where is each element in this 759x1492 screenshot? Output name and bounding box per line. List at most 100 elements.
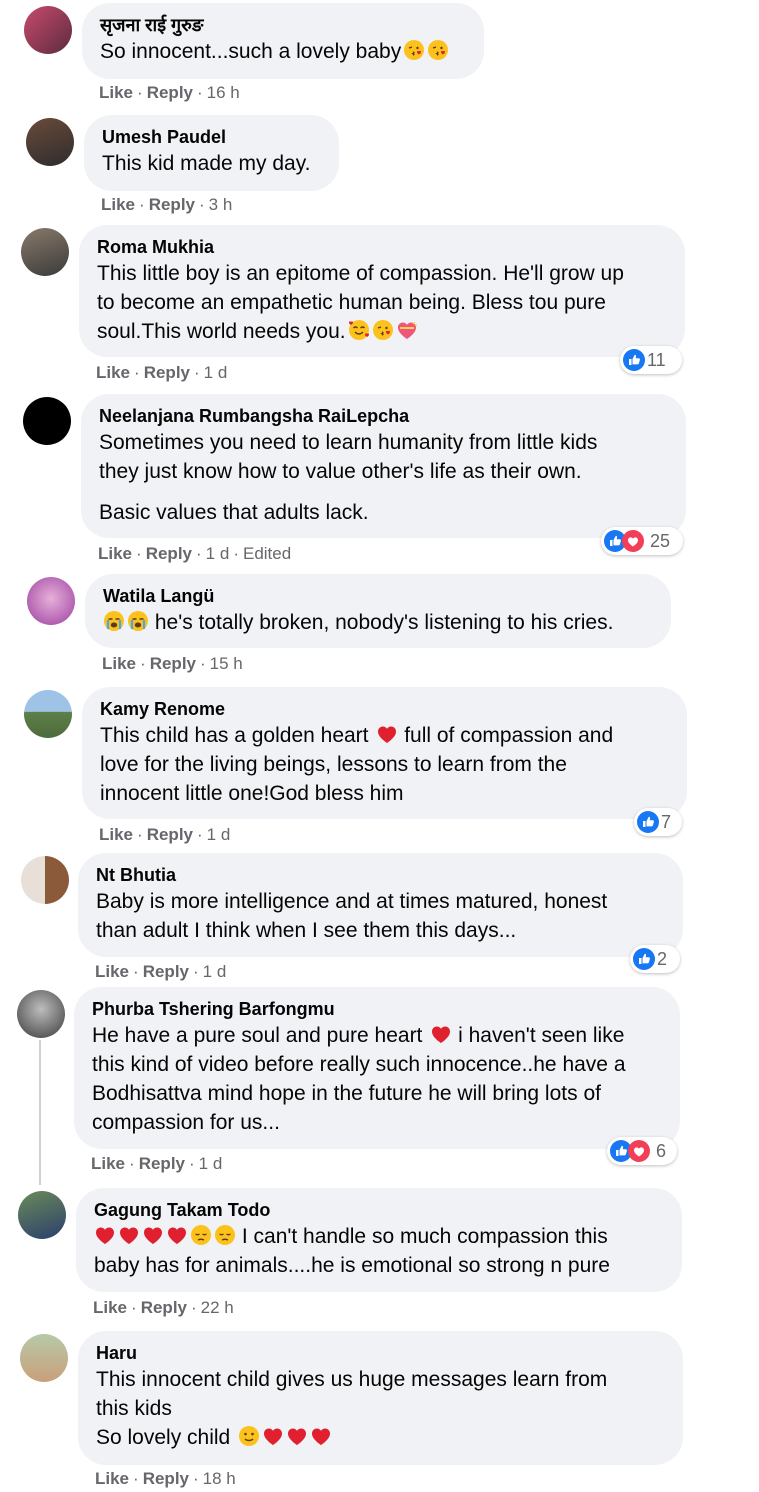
comment-actions: Like · Reply · 22 h: [93, 1298, 234, 1317]
reaction-total: 6: [656, 1140, 667, 1161]
comment-text: this kids: [96, 1397, 172, 1420]
comment-author[interactable]: Gagung Takam Todo: [94, 1198, 664, 1222]
reaction-count[interactable]: 25: [601, 527, 683, 555]
avatar[interactable]: [17, 990, 65, 1038]
comment-author[interactable]: Haru: [96, 1341, 665, 1365]
reply-link[interactable]: Reply: [149, 195, 195, 214]
like-link[interactable]: Like: [101, 195, 135, 214]
reply-link[interactable]: Reply: [143, 1469, 189, 1488]
like-link[interactable]: Like: [102, 654, 136, 673]
like-reaction-icon: [637, 811, 659, 833]
reply-link[interactable]: Reply: [141, 1298, 187, 1317]
timestamp[interactable]: 22 h: [201, 1298, 234, 1317]
reply-link[interactable]: Reply: [147, 83, 193, 102]
comment-text: This child has a golden heart: [100, 724, 369, 747]
reaction-count[interactable]: 2: [630, 945, 680, 973]
avatar[interactable]: [27, 577, 75, 625]
reply-link[interactable]: Reply: [143, 962, 189, 981]
red-heart-emoji: [262, 1425, 284, 1447]
red-heart-emoji: [118, 1224, 140, 1246]
red-heart-emoji: [94, 1224, 116, 1246]
avatar[interactable]: [21, 228, 69, 276]
timestamp[interactable]: 1 d: [206, 544, 230, 563]
smiling-face-with-hearts-emoji: [348, 319, 370, 341]
reply-link[interactable]: Reply: [150, 654, 196, 673]
comment-author[interactable]: सृजना राई गुरुङ: [100, 13, 466, 37]
comment-text: soul.This world needs you.: [97, 320, 346, 343]
comment-author[interactable]: Phurba Tshering Barfongmu: [92, 997, 662, 1021]
like-reaction-icon: [633, 948, 655, 970]
comment-actions: Like · Reply · 1 d · Edited: [98, 544, 292, 563]
comment-actions: Like · Reply · 1 d: [95, 962, 227, 981]
reaction-count[interactable]: 11: [620, 346, 682, 374]
timestamp[interactable]: 15 h: [210, 654, 243, 673]
timestamp[interactable]: 1 d: [207, 825, 231, 844]
reaction-total: 11: [647, 349, 666, 370]
reaction-count[interactable]: 6: [607, 1137, 677, 1165]
comment-text: baby has for animals....he is emotional …: [94, 1254, 610, 1277]
like-link[interactable]: Like: [98, 544, 132, 563]
comment-bubble: सृजना राई गुरुङ So innocent...such a lov…: [82, 3, 484, 79]
avatar[interactable]: [23, 397, 71, 445]
red-heart-emoji: [310, 1425, 332, 1447]
comment-text: i haven't seen like: [458, 1024, 625, 1047]
avatar[interactable]: [20, 1334, 68, 1382]
comment-bubble: Gagung Takam Todo I can't handle so much…: [76, 1188, 682, 1292]
comment-text: So innocent...such a lovely baby: [100, 40, 402, 63]
comment-author[interactable]: Nt Bhutia: [96, 863, 665, 887]
like-link[interactable]: Like: [96, 363, 130, 382]
avatar[interactable]: [21, 856, 69, 904]
love-reaction-icon: [622, 530, 644, 552]
comment-author[interactable]: Kamy Renome: [100, 697, 669, 721]
timestamp[interactable]: 3 h: [209, 195, 233, 214]
comment-author[interactable]: Umesh Paudel: [102, 125, 321, 149]
comment-bubble: Watila Langü he's totally broken, nobody…: [85, 574, 671, 648]
heart-with-ribbon-emoji: [396, 319, 418, 341]
like-link[interactable]: Like: [93, 1298, 127, 1317]
like-reaction-icon: [623, 349, 645, 371]
timestamp[interactable]: 1 d: [204, 363, 228, 382]
edited-label[interactable]: Edited: [243, 544, 291, 563]
reply-link[interactable]: Reply: [139, 1154, 185, 1173]
comment-author[interactable]: Roma Mukhia: [97, 235, 667, 259]
reply-link[interactable]: Reply: [146, 544, 192, 563]
timestamp[interactable]: 16 h: [207, 83, 240, 102]
crying-face-emoji: [103, 610, 125, 632]
comment-text: This innocent child gives us huge messag…: [96, 1368, 608, 1391]
timestamp[interactable]: 18 h: [203, 1469, 236, 1488]
crying-face-emoji: [127, 610, 149, 632]
timestamp[interactable]: 1 d: [203, 962, 227, 981]
reaction-total: 7: [661, 811, 672, 832]
like-link[interactable]: Like: [99, 825, 133, 844]
comment-text: So lovely child: [96, 1426, 231, 1449]
timestamp[interactable]: 1 d: [199, 1154, 223, 1173]
reaction-count[interactable]: 7: [634, 808, 682, 836]
smiling-face-emoji: [238, 1425, 260, 1447]
comment-bubble: Nt Bhutia Baby is more intelligence and …: [78, 853, 683, 957]
comment-author[interactable]: Neelanjana Rumbangsha RaiLepcha: [99, 404, 668, 428]
avatar[interactable]: [18, 1191, 66, 1239]
reply-link[interactable]: Reply: [144, 363, 190, 382]
like-link[interactable]: Like: [99, 83, 133, 102]
like-link[interactable]: Like: [91, 1154, 125, 1173]
reply-thread-line: [39, 1040, 41, 1185]
reply-link[interactable]: Reply: [147, 825, 193, 844]
reaction-total: 25: [650, 530, 671, 551]
avatar[interactable]: [24, 6, 72, 54]
comment-bubble: Umesh Paudel This kid made my day.: [84, 115, 339, 191]
comment-text: this kind of video before really such in…: [92, 1053, 626, 1076]
like-link[interactable]: Like: [95, 1469, 129, 1488]
comment-text: innocent little one!God bless him: [100, 782, 404, 805]
kissing-face-emoji: [372, 319, 394, 341]
comment-text: he's totally broken, nobody's listening …: [154, 611, 614, 634]
comment-actions: Like · Reply · 1 d: [96, 363, 228, 382]
comment-bubble: Roma Mukhia This little boy is an epitom…: [79, 225, 685, 357]
avatar[interactable]: [26, 118, 74, 166]
comment-author[interactable]: Watila Langü: [103, 584, 653, 608]
comment-text: Basic values that adults lack.: [99, 501, 369, 524]
comment-bubble: Haru This innocent child gives us huge m…: [78, 1331, 683, 1465]
comment-bubble: Neelanjana Rumbangsha RaiLepcha Sometime…: [81, 394, 686, 538]
like-link[interactable]: Like: [95, 962, 129, 981]
avatar[interactable]: [24, 690, 72, 738]
red-heart-emoji: [430, 1023, 452, 1045]
